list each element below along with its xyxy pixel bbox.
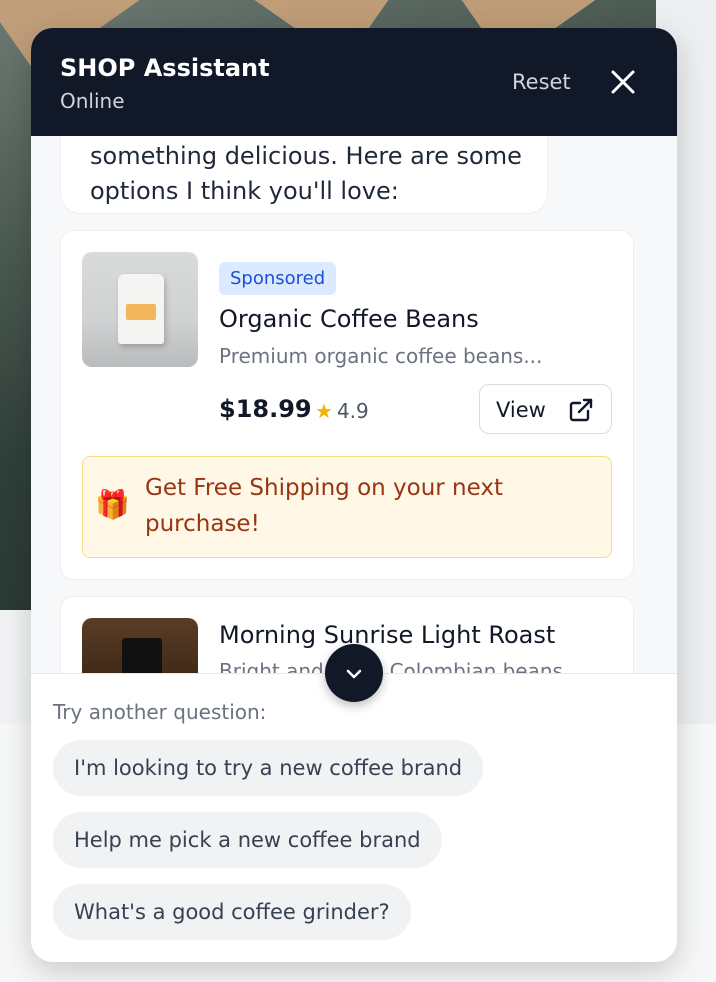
promo-text: purchase! [145, 511, 260, 537]
product-rating: ★ 4.9 [315, 399, 369, 423]
chat-widget: SHOP Assistant Online Reset something de… [31, 28, 677, 962]
product-name: Morning Sunrise Light Roast [219, 621, 556, 649]
view-label: View [496, 398, 546, 422]
suggestion-chip[interactable]: What's a good coffee grinder? [53, 884, 411, 940]
chat-messages[interactable]: something delicious. Here are some optio… [31, 136, 677, 673]
gift-icon: 🎁 [95, 488, 130, 521]
product-price: $18.99 [219, 395, 312, 423]
assistant-status: Online [60, 89, 125, 113]
external-link-icon [568, 397, 594, 423]
assistant-message: something delicious. Here are some optio… [60, 136, 548, 214]
product-name: Organic Coffee Beans [219, 305, 479, 333]
reset-button[interactable]: Reset [512, 70, 571, 94]
chevron-down-icon [346, 669, 362, 679]
suggestions-panel: Try another question: I'm looking to try… [31, 673, 677, 962]
promo-banner[interactable]: 🎁 Get Free Shipping on your next purchas… [82, 456, 612, 558]
product-image[interactable] [82, 252, 198, 367]
message-line: something delicious. Here are some [90, 142, 522, 170]
view-product-button[interactable]: View [479, 384, 612, 434]
sponsored-badge: Sponsored [219, 262, 337, 295]
suggestion-chip[interactable]: Help me pick a new coffee brand [53, 812, 442, 868]
suggestion-chip[interactable]: I'm looking to try a new coffee brand [53, 740, 484, 796]
product-image[interactable] [82, 618, 198, 673]
rating-value: 4.9 [336, 399, 369, 423]
assistant-title: SHOP Assistant [60, 54, 270, 82]
message-line: options I think you'll love: [90, 177, 399, 205]
chat-header: SHOP Assistant Online Reset [31, 28, 677, 136]
close-icon[interactable] [607, 66, 639, 98]
star-icon: ★ [315, 399, 333, 423]
product-description: Bright and fruity Colombian beans... [219, 659, 583, 673]
promo-text: Get Free Shipping on your next [145, 475, 504, 501]
suggestions-hint: Try another question: [53, 700, 267, 724]
scroll-down-button[interactable] [325, 644, 383, 702]
product-description: Premium organic coffee beans... [219, 344, 543, 368]
product-card: Sponsored Organic Coffee Beans Premium o… [60, 230, 634, 580]
